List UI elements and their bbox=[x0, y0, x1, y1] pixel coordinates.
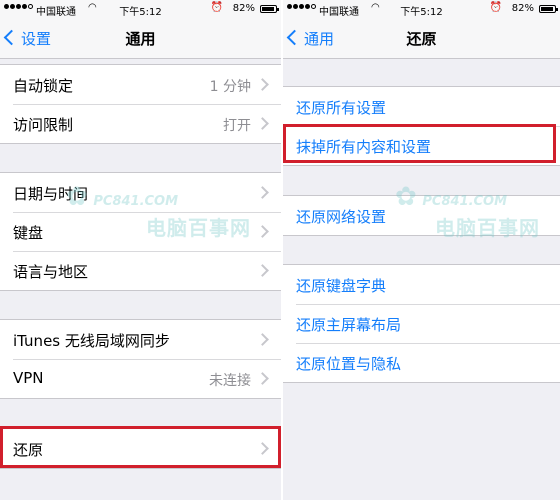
status-bar: 中国联通 ◠ 下午5:12 ⏰ 82% bbox=[283, 0, 560, 18]
row-reset[interactable]: 还原 bbox=[0, 429, 281, 468]
general-settings-screen: 中国联通 ◠ 下午5:12 ⏰ 82% 设置 通用 自动锁定 1 分钟 访问限制… bbox=[0, 0, 281, 500]
reset-group-all: 还原所有设置 抹掉所有内容和设置 bbox=[283, 86, 560, 166]
row-restrictions[interactable]: 访问限制 打开 bbox=[0, 104, 281, 143]
row-value: 未连接 bbox=[209, 373, 251, 389]
battery-icon bbox=[260, 5, 279, 13]
row-auto-lock[interactable]: 自动锁定 1 分钟 bbox=[0, 65, 281, 104]
status-bar: 中国联通 ◠ 下午5:12 ⏰ 82% bbox=[0, 0, 281, 18]
row-value: 打开 bbox=[223, 118, 251, 134]
row-label: VPN bbox=[13, 369, 44, 387]
row-label: 还原键盘字典 bbox=[296, 277, 387, 295]
settings-group-sync: iTunes 无线局域网同步 VPN 未连接 bbox=[0, 319, 281, 399]
row-label: 语言与地区 bbox=[13, 263, 89, 281]
alarm-icon: ⏰ bbox=[489, 2, 502, 13]
chevron-right-icon bbox=[256, 225, 269, 238]
row-reset-location-privacy[interactable]: 还原位置与隐私 bbox=[283, 343, 560, 382]
row-value: 1 分钟 bbox=[209, 79, 251, 95]
page-title: 还原 bbox=[406, 30, 437, 48]
chevron-right-icon bbox=[256, 117, 269, 130]
reset-group-network: 还原网络设置 bbox=[283, 195, 560, 236]
battery-percentage: 82% bbox=[511, 3, 534, 14]
row-label: 还原 bbox=[13, 441, 44, 459]
page-title: 通用 bbox=[125, 30, 156, 48]
chevron-right-icon bbox=[256, 333, 269, 346]
row-label: 还原位置与隐私 bbox=[296, 355, 402, 373]
settings-group-lock: 自动锁定 1 分钟 访问限制 打开 bbox=[0, 64, 281, 144]
navigation-bar: 通用 还原 bbox=[283, 18, 560, 59]
battery-percentage: 82% bbox=[232, 3, 255, 14]
row-keyboard[interactable]: 键盘 bbox=[0, 212, 281, 251]
row-label: 抹掉所有内容和设置 bbox=[296, 138, 432, 156]
battery-fill bbox=[262, 7, 274, 11]
battery-fill bbox=[541, 7, 553, 11]
navigation-bar: 设置 通用 bbox=[0, 18, 281, 59]
row-language-region[interactable]: 语言与地区 bbox=[0, 251, 281, 290]
row-itunes-wifi-sync[interactable]: iTunes 无线局域网同步 bbox=[0, 320, 281, 359]
row-label: 还原所有设置 bbox=[296, 99, 387, 117]
row-label: iTunes 无线局域网同步 bbox=[13, 332, 170, 350]
row-label: 自动锁定 bbox=[13, 77, 74, 95]
row-label: 键盘 bbox=[13, 224, 44, 242]
row-date-time[interactable]: 日期与时间 bbox=[0, 173, 281, 212]
chevron-right-icon bbox=[256, 264, 269, 277]
row-erase-all-content[interactable]: 抹掉所有内容和设置 bbox=[283, 126, 560, 165]
reset-group-other: 还原键盘字典 还原主屏幕布局 还原位置与隐私 bbox=[283, 264, 560, 383]
battery-icon bbox=[539, 5, 558, 13]
row-reset-keyboard-dictionary[interactable]: 还原键盘字典 bbox=[283, 265, 560, 304]
row-reset-home-screen-layout[interactable]: 还原主屏幕布局 bbox=[283, 304, 560, 343]
row-reset-all-settings[interactable]: 还原所有设置 bbox=[283, 87, 560, 126]
chevron-right-icon bbox=[256, 78, 269, 91]
chevron-right-icon bbox=[256, 442, 269, 455]
row-label: 还原主屏幕布局 bbox=[296, 316, 402, 334]
reset-settings-screen: 中国联通 ◠ 下午5:12 ⏰ 82% 通用 还原 还原所有设置 抹掉所有内容和… bbox=[283, 0, 560, 500]
row-label: 访问限制 bbox=[13, 116, 74, 134]
settings-group-locale: 日期与时间 键盘 语言与地区 bbox=[0, 172, 281, 291]
row-reset-network-settings[interactable]: 还原网络设置 bbox=[283, 196, 560, 235]
chevron-right-icon bbox=[256, 186, 269, 199]
alarm-icon: ⏰ bbox=[210, 2, 223, 13]
row-label: 还原网络设置 bbox=[296, 208, 387, 226]
settings-group-reset: 还原 bbox=[0, 428, 281, 469]
chevron-right-icon bbox=[256, 372, 269, 385]
row-label: 日期与时间 bbox=[13, 185, 89, 203]
row-vpn[interactable]: VPN 未连接 bbox=[0, 359, 281, 398]
